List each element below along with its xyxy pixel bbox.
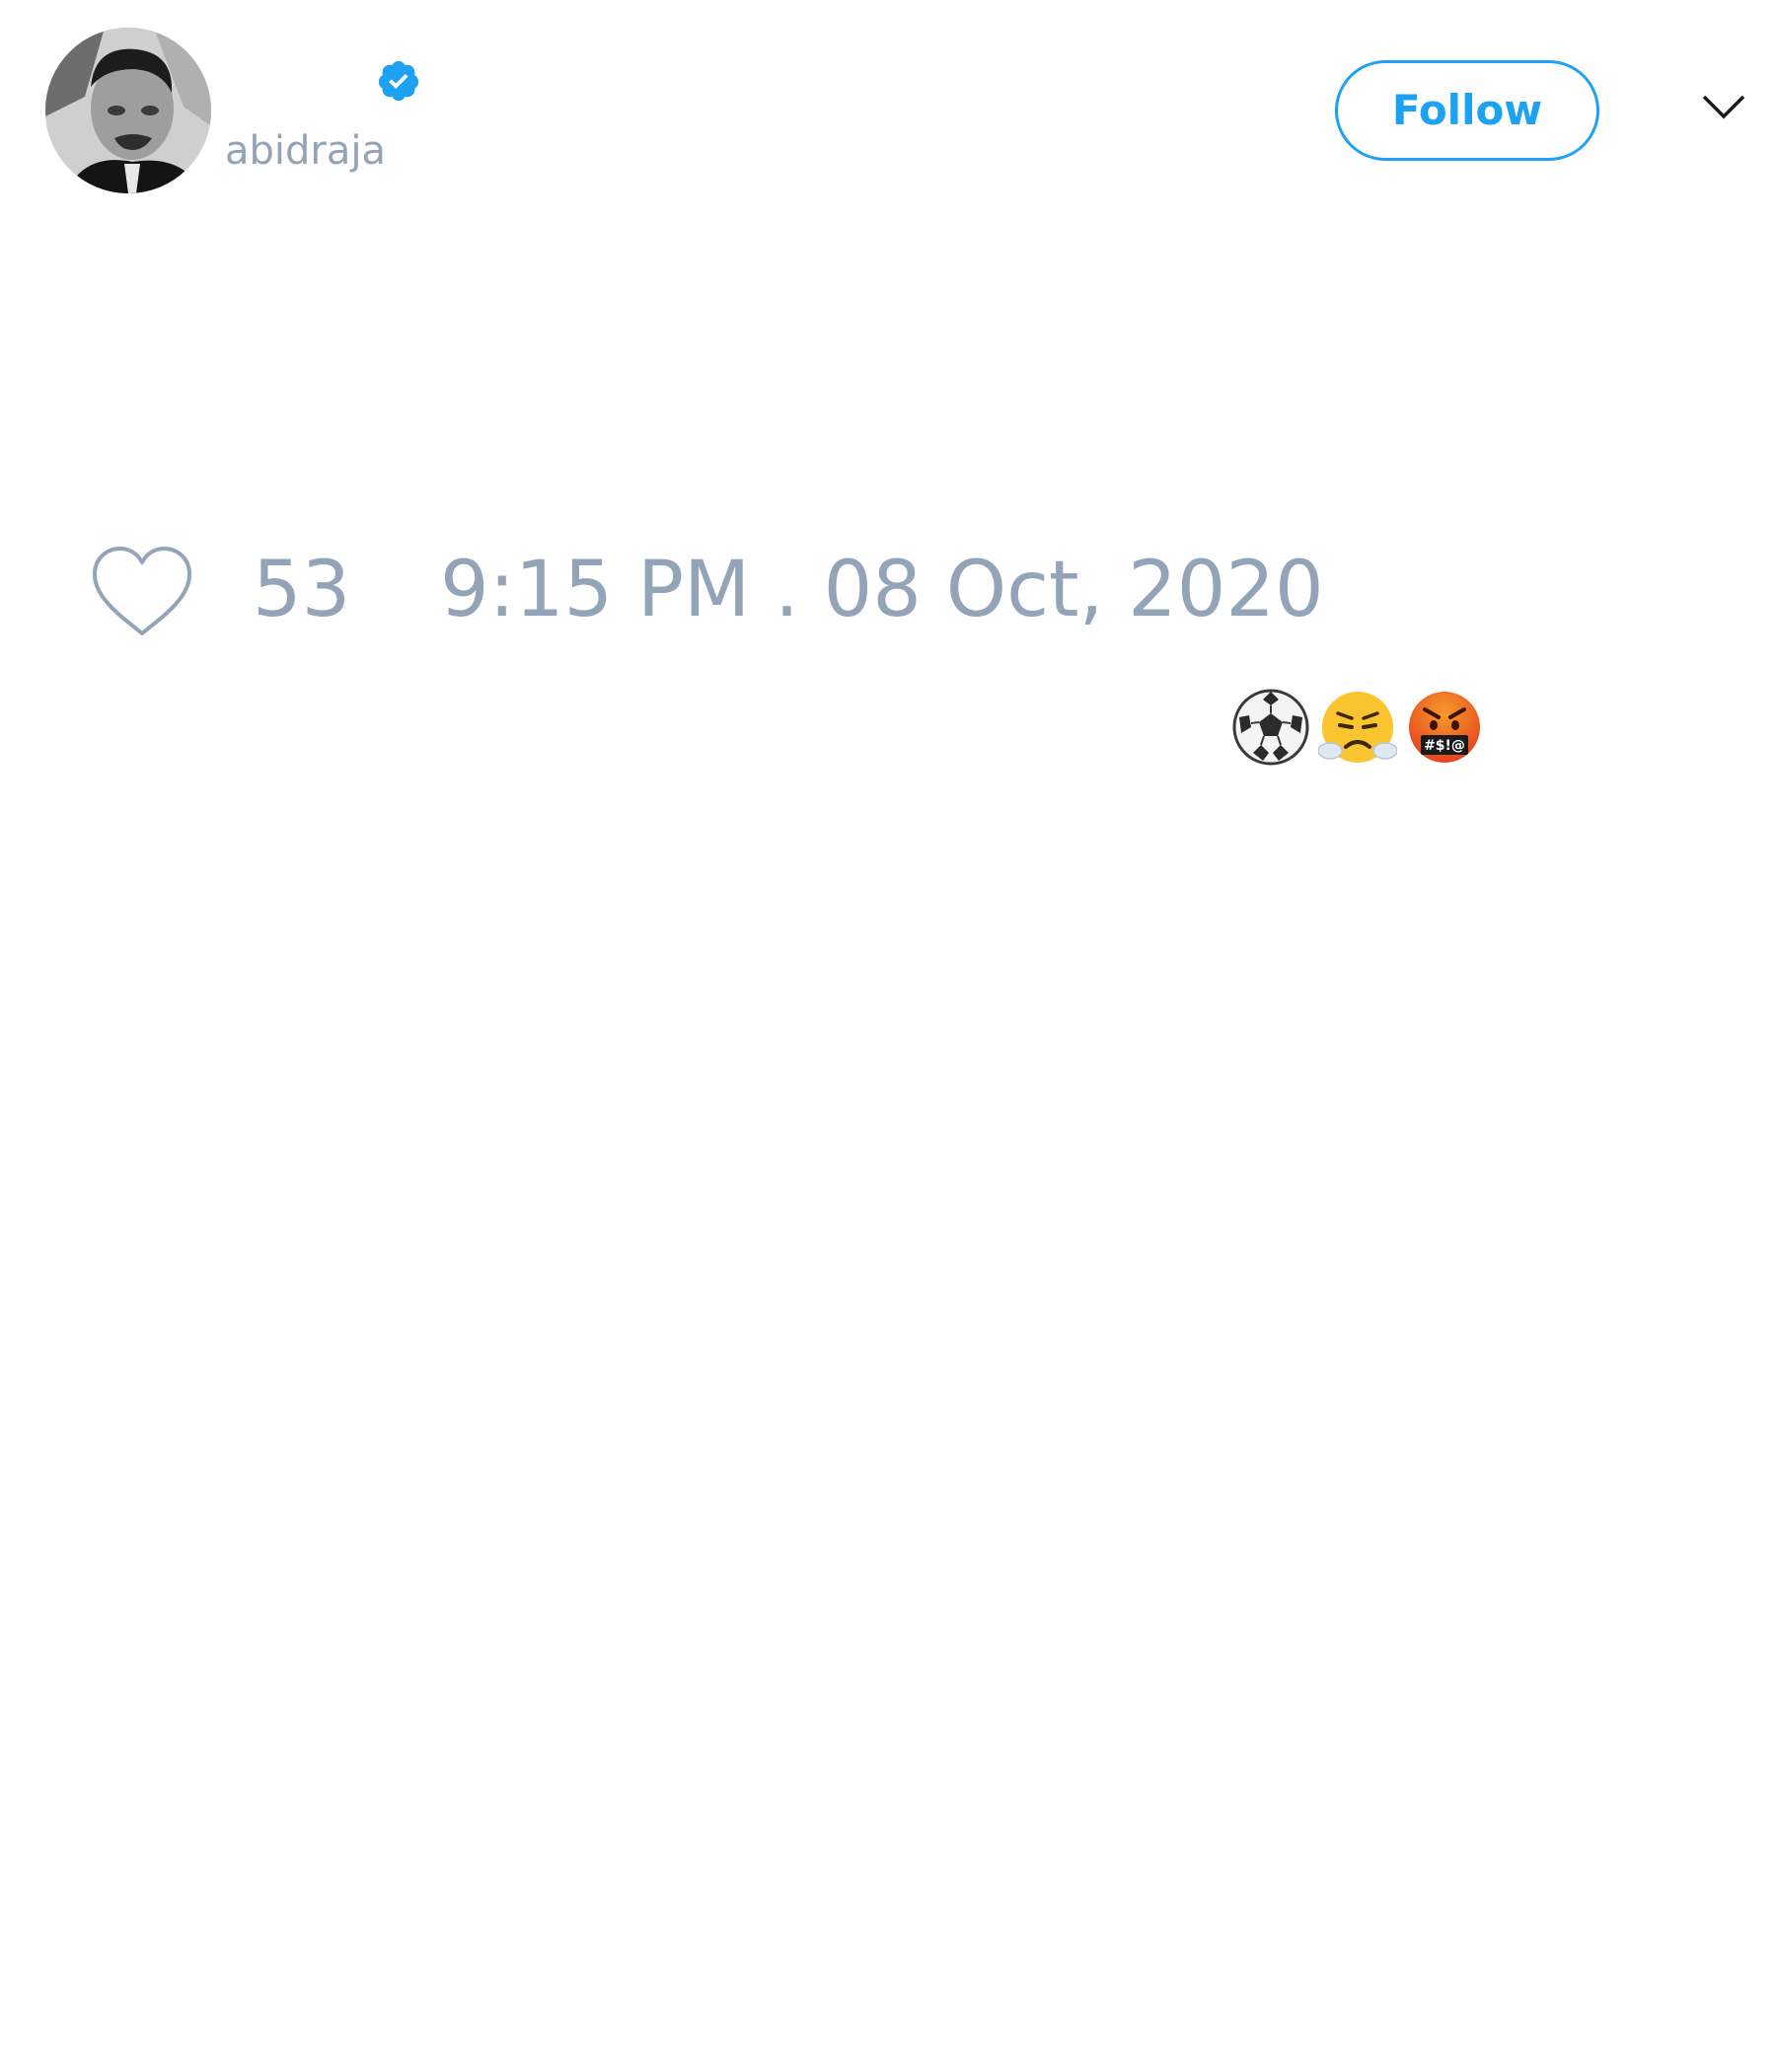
tweet-emoji-row: #$!@ bbox=[1231, 688, 1484, 767]
tweet-text: #$!@ bbox=[0, 340, 1776, 766]
soccer-ball-icon bbox=[1232, 689, 1309, 766]
like-count: 53 bbox=[253, 546, 351, 634]
tweet-timestamp[interactable]: 9:15 PM . 08 Oct, 2020 bbox=[440, 551, 1324, 629]
face-with-steam-from-nose-icon bbox=[1318, 692, 1397, 763]
verified-badge-icon bbox=[378, 60, 419, 102]
heart-icon[interactable] bbox=[91, 545, 193, 637]
author-handle[interactable]: abidraja bbox=[225, 126, 386, 176]
face-with-symbols-on-mouth-icon: #$!@ bbox=[1409, 692, 1480, 763]
chevron-down-icon[interactable] bbox=[1701, 93, 1746, 120]
follow-button[interactable]: Follow bbox=[1335, 60, 1599, 161]
svg-text:#$!@: #$!@ bbox=[1424, 738, 1465, 754]
avatar[interactable] bbox=[45, 28, 211, 193]
